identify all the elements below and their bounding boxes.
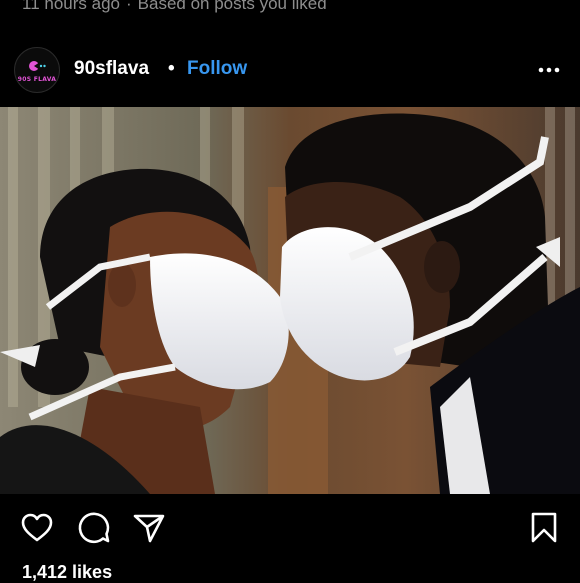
heart-outline-icon xyxy=(21,513,53,542)
username-link[interactable]: 90sflava xyxy=(74,58,149,80)
like-button[interactable] xyxy=(19,510,55,546)
three-dots-icon xyxy=(538,67,560,73)
paper-plane-icon xyxy=(133,514,165,543)
avatar-logo-icon xyxy=(29,61,46,71)
post-header: 90S FLAVA 90sflava • Follow xyxy=(0,46,580,94)
more-options-button[interactable] xyxy=(532,52,566,88)
bookmark-outline-icon xyxy=(531,512,557,543)
follow-button[interactable]: Follow xyxy=(187,58,247,80)
post-photo-illustration xyxy=(0,107,580,494)
post-action-bar xyxy=(0,508,580,548)
post-image[interactable] xyxy=(0,107,580,494)
post-meta-line: 11 hours ago · Based on posts you liked xyxy=(22,0,327,14)
post-time: 11 hours ago xyxy=(22,0,120,13)
share-button[interactable] xyxy=(131,510,167,546)
avatar[interactable]: 90S FLAVA xyxy=(14,47,60,93)
meta-separator: · xyxy=(125,0,132,13)
header-separator: • xyxy=(168,58,175,79)
avatar-logo-text: 90S FLAVA xyxy=(17,76,57,83)
comment-button[interactable] xyxy=(76,510,112,546)
speech-bubble-icon xyxy=(78,512,110,544)
recommendation-reason: Based on posts you liked xyxy=(137,0,327,13)
save-button[interactable] xyxy=(526,510,562,546)
